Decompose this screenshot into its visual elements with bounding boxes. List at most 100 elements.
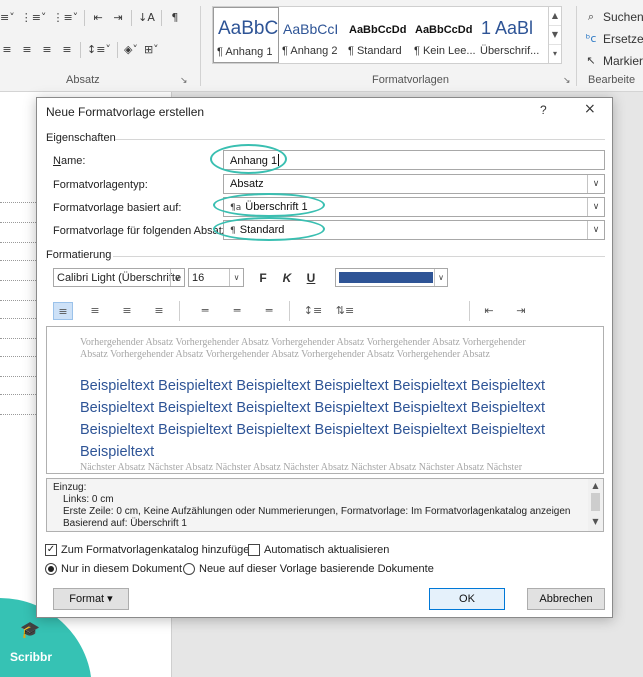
replace-icon: ᵇc: [585, 32, 597, 45]
chevron-down-icon: ∨: [434, 269, 447, 286]
formatvorlagen-launcher-icon[interactable]: ↘: [563, 76, 571, 86]
bullets-icon[interactable]: ≡˅: [0, 10, 15, 26]
align-center-button[interactable]: ≡: [85, 302, 105, 320]
description-line: Erste Zeile: 0 cm, Keine Aufzählungen od…: [63, 506, 571, 517]
style-ueberschrift-1[interactable]: 1 AaBl Überschrif...: [477, 7, 543, 63]
section-formatting: Formatierung: [46, 249, 112, 261]
scroll-down-icon[interactable]: ▼: [588, 517, 603, 526]
italic-button[interactable]: K: [279, 271, 295, 285]
add-to-gallery-checkbox[interactable]: ✓ Zum Formatvorlagenkatalog hinzufügen: [45, 544, 255, 556]
ok-button[interactable]: OK: [429, 588, 505, 610]
ribbon: ≡˅ ⋮≡˅ ⋮≡˅ ⇤ ⇥ ↓A ¶ ≡ ≡ ≡ ≡ ↕≡˅ ◈˅ ⊞˅ Ab…: [0, 0, 643, 92]
style-sample: 1 AaBl: [481, 18, 534, 38]
section-rule: [115, 139, 605, 140]
style-anhang-1[interactable]: AaBbC( ¶ Anhang 1: [213, 7, 279, 63]
sort-icon[interactable]: ↓A: [138, 10, 155, 26]
preview-sample-line: Beispieltext Beispieltext Beispieltext B…: [80, 400, 546, 416]
align-right-icon[interactable]: ≡: [40, 42, 54, 58]
description-line: Einzug:: [53, 482, 87, 493]
styles-gallery-scroll: ▲ ▼ ▾: [548, 6, 562, 64]
radio-icon: [183, 563, 195, 575]
chevron-down-icon: ∨: [587, 198, 604, 216]
scroll-thumb[interactable]: [591, 493, 600, 511]
help-button[interactable]: ?: [540, 103, 547, 117]
one-half-spacing-button[interactable]: ═: [227, 302, 247, 320]
group-label-bearbeiten: Bearbeite: [588, 74, 636, 86]
highlight-ellipse: [210, 144, 287, 174]
line-spacing-icon[interactable]: ↕≡: [303, 302, 323, 320]
auto-update-label: Automatisch aktualisieren: [264, 544, 390, 556]
justify-icon[interactable]: ≡: [60, 42, 74, 58]
preview-sample-text: Beispieltext Beispieltext Beispieltext B…: [80, 375, 580, 463]
checkbox-box: [248, 544, 260, 556]
cancel-button[interactable]: Abbrechen: [527, 588, 605, 610]
gallery-more-icon[interactable]: ▾: [549, 45, 561, 63]
dialog-titlebar[interactable]: Neue Formatvorlage erstellen ? ×: [37, 98, 612, 126]
font-select[interactable]: Calibri Light (Überschrifte ∨: [53, 268, 185, 287]
justify-button[interactable]: ≡: [149, 302, 169, 320]
font-color-select[interactable]: ∨: [335, 268, 448, 287]
preview-sample-line: Beispieltext: [80, 444, 155, 460]
format-button[interactable]: Format ▾: [53, 588, 129, 610]
single-spacing-button[interactable]: ═: [195, 302, 215, 320]
only-this-document-radio[interactable]: Nur in diesem Dokument: [45, 563, 182, 575]
gallery-down-icon[interactable]: ▼: [549, 26, 561, 45]
style-anhang-2[interactable]: AaBbCcI ¶ Anhang 2: [279, 7, 345, 63]
style-sample: AaBbCcDd: [415, 24, 473, 36]
multilevel-list-icon[interactable]: ⋮≡˅: [52, 10, 78, 26]
align-center-icon[interactable]: ≡: [20, 42, 34, 58]
description-line: Links: 0 cm: [63, 494, 114, 505]
divider: [131, 10, 133, 26]
type-select[interactable]: Absatz ∨: [223, 174, 605, 194]
search-button[interactable]: ⌕ Suchen: [584, 9, 643, 25]
increase-indent-icon[interactable]: ⇥: [111, 10, 125, 26]
style-sample: AaBbC(: [218, 18, 279, 39]
style-kein-leerraum[interactable]: AaBbCcDd ¶ Kein Lee...: [411, 7, 477, 63]
paragraph-spacing-icon[interactable]: ⇅≡: [335, 302, 355, 320]
chevron-down-icon: ∨: [170, 269, 184, 286]
add-to-gallery-label: Zum Formatvorlagenkatalog hinzufügen: [61, 544, 256, 556]
numbering-icon[interactable]: ⋮≡˅: [21, 10, 47, 26]
description-line: Basierend auf: Überschrift 1: [63, 518, 187, 529]
font-color-swatch: [339, 272, 433, 283]
replace-button[interactable]: ᵇc Ersetzen: [584, 31, 643, 47]
only-this-document-label: Nur in diesem Dokument: [61, 563, 183, 575]
align-left-button[interactable]: ≡: [53, 302, 73, 320]
align-right-button[interactable]: ≡: [117, 302, 137, 320]
style-description: Einzug: Links: 0 cm Erste Zeile: 0 cm, K…: [46, 478, 604, 532]
underline-button[interactable]: U: [303, 271, 319, 285]
gallery-up-icon[interactable]: ▲: [549, 7, 561, 26]
scroll-up-icon[interactable]: ▲: [588, 481, 603, 490]
font-value: Calibri Light (Überschrifte: [57, 272, 182, 284]
auto-update-checkbox[interactable]: Automatisch aktualisieren: [248, 544, 389, 556]
preview-sample-line: Beispieltext Beispieltext Beispieltext B…: [80, 378, 546, 394]
shading-icon[interactable]: ◈˅: [124, 42, 138, 58]
preview-prev-line: Vorhergehender Absatz Vorhergehender Abs…: [80, 337, 526, 348]
font-size-select[interactable]: 16 ∨: [188, 268, 244, 287]
line-spacing-icon[interactable]: ↕≡˅: [87, 42, 111, 58]
type-label: Formatvorlagentyp:: [53, 179, 148, 191]
cursor-icon: ↖: [586, 54, 596, 67]
divider: [116, 42, 118, 58]
absatz-launcher-icon[interactable]: ↘: [180, 76, 188, 86]
style-sample: AaBbCcI: [283, 21, 339, 37]
decrease-indent-icon[interactable]: ⇤: [91, 10, 105, 26]
select-button[interactable]: ↖ Markiere: [584, 53, 643, 69]
style-standard[interactable]: AaBbCcDd ¶ Standard: [345, 7, 411, 63]
scribbr-wordmark: Scribbr: [10, 650, 53, 664]
style-name: ¶ Anhang 1: [217, 46, 273, 58]
style-sample: AaBbCcDd: [349, 24, 407, 36]
double-spacing-button[interactable]: ═: [259, 302, 279, 320]
borders-icon[interactable]: ⊞˅: [144, 42, 159, 58]
increase-indent-icon[interactable]: ⇥: [511, 302, 531, 320]
decrease-indent-icon[interactable]: ⇤: [479, 302, 499, 320]
pilcrow-icon[interactable]: ¶: [168, 10, 182, 26]
description-scrollbar[interactable]: ▲ ▼: [588, 479, 603, 531]
bold-button[interactable]: F: [255, 271, 271, 285]
based-on-label: Formatvorlage basiert auf:: [53, 202, 182, 214]
divider: [160, 10, 162, 26]
close-icon[interactable]: ×: [584, 101, 596, 117]
align-left-icon[interactable]: ≡: [0, 42, 14, 58]
new-documents-label: Neue auf dieser Vorlage basierende Dokum…: [199, 563, 434, 575]
new-documents-radio[interactable]: Neue auf dieser Vorlage basierende Dokum…: [183, 563, 434, 575]
